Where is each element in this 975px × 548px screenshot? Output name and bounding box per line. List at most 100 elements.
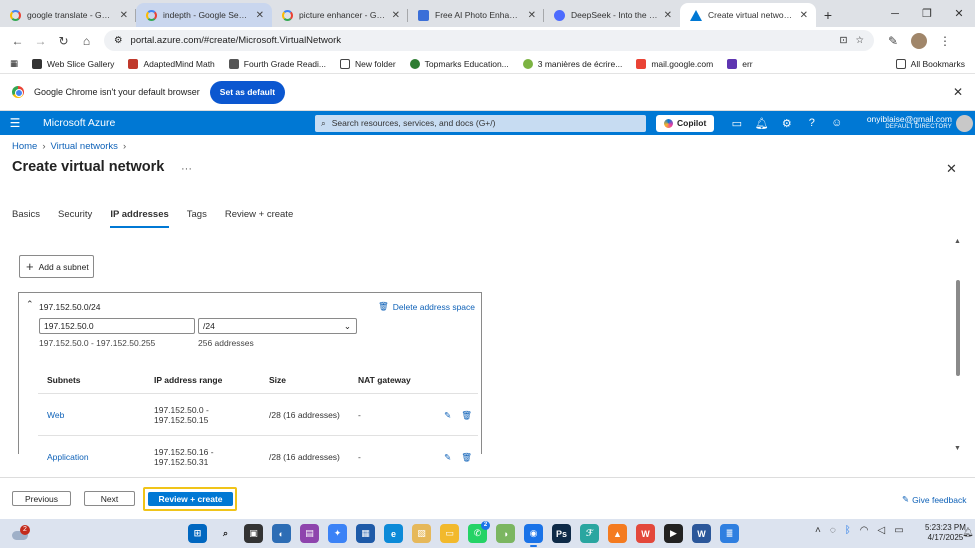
hamburger-menu-icon[interactable]: ☰ xyxy=(0,116,30,130)
bookmark-item[interactable]: AdaptedMind Math xyxy=(128,58,215,69)
close-icon[interactable]: ✕ xyxy=(953,85,963,99)
maximize-icon[interactable]: ❐ xyxy=(911,0,943,27)
notifications-bell-icon[interactable]: 🔔︎ xyxy=(749,117,774,130)
install-app-icon[interactable]: ⊡ xyxy=(840,35,848,46)
close-tab-icon[interactable]: ✕ xyxy=(528,10,536,21)
weather-widget[interactable]: 2 xyxy=(10,524,30,543)
app-icon[interactable]: ℱ xyxy=(580,524,599,543)
next-button[interactable]: Next xyxy=(84,491,135,506)
sync-icon[interactable]: ◌ xyxy=(830,525,836,536)
breadcrumb-home[interactable]: Home xyxy=(12,141,37,152)
copilot-button[interactable]: Copilot xyxy=(656,114,715,132)
account-info[interactable]: onyiblaise@gmail.com DEFAULT DIRECTORY xyxy=(867,115,952,130)
new-tab-button[interactable]: + xyxy=(816,3,840,27)
bookmark-item[interactable]: err xyxy=(727,58,753,69)
battery-icon[interactable]: ▭ xyxy=(894,525,903,536)
site-info-icon[interactable]: ⚙ xyxy=(114,35,123,46)
forward-icon[interactable]: → xyxy=(29,29,52,52)
delete-address-space-link[interactable]: 🗑︎ Delete address space xyxy=(378,301,475,312)
browser-tab[interactable]: indepth - Google Search ✕ xyxy=(136,3,272,27)
trash-icon[interactable]: 🗑︎ xyxy=(461,410,472,420)
browser-tab[interactable]: google translate - Google Search ✕ xyxy=(0,3,136,27)
tab-security[interactable]: Security xyxy=(58,209,92,228)
task-view-icon[interactable]: ▣ xyxy=(244,524,263,543)
chevron-up-icon[interactable]: ⌃ xyxy=(26,299,34,310)
windows-start-icon[interactable]: ⊞ xyxy=(188,524,207,543)
bookmark-item[interactable]: New folder xyxy=(340,58,396,69)
azure-search-input[interactable]: ⌕ Search resources, services, and docs (… xyxy=(315,114,646,132)
volume-icon[interactable]: ◁ xyxy=(878,525,886,536)
close-tab-icon[interactable]: ✕ xyxy=(664,10,672,21)
bookmark-item[interactable]: Topmarks Education... xyxy=(409,58,509,69)
close-tab-icon[interactable]: ✕ xyxy=(800,10,808,21)
photoshop-icon[interactable]: Ps xyxy=(552,524,571,543)
file-explorer-icon[interactable]: ▭ xyxy=(440,524,459,543)
breadcrumb-virtual-networks[interactable]: Virtual networks xyxy=(51,141,118,152)
scroll-up-icon[interactable]: ▲ xyxy=(954,238,961,245)
chrome-menu-icon[interactable]: ⋮ xyxy=(934,30,956,52)
subnet-name-link[interactable]: Application xyxy=(38,435,145,478)
start-ip-input[interactable] xyxy=(39,318,195,334)
bookmark-item[interactable]: mail.google.com xyxy=(636,58,713,69)
close-window-icon[interactable]: ✕ xyxy=(943,0,975,27)
profile-avatar[interactable] xyxy=(908,30,930,52)
close-tab-icon[interactable]: ✕ xyxy=(392,10,400,21)
store-icon[interactable]: ▦ xyxy=(356,524,375,543)
cloud-shell-icon[interactable]: ▭ xyxy=(724,117,749,130)
browser-tab[interactable]: Free AI Photo Enhancer: Enhance ✕ xyxy=(408,3,544,27)
vertical-scrollbar[interactable]: ▲ ▼ xyxy=(953,238,963,452)
wifi-icon[interactable]: ◠ xyxy=(860,525,869,536)
previous-button[interactable]: Previous xyxy=(12,491,71,506)
close-tab-icon[interactable]: ✕ xyxy=(120,10,128,21)
minimize-icon[interactable]: ─ xyxy=(879,0,911,27)
photos-icon[interactable]: ▧ xyxy=(412,524,431,543)
avatar[interactable] xyxy=(956,114,973,132)
back-icon[interactable]: ← xyxy=(6,29,29,52)
scroll-down-icon[interactable]: ▼ xyxy=(954,445,961,452)
all-bookmarks[interactable]: All Bookmarks xyxy=(895,58,965,69)
close-tab-icon[interactable]: ✕ xyxy=(256,10,264,21)
subnet-name-link[interactable]: Web xyxy=(38,393,145,436)
browser-tab[interactable]: DeepSeek - Into the Unknown ✕ xyxy=(544,3,680,27)
edge-icon[interactable]: e xyxy=(384,524,403,543)
search-icon[interactable]: ⌕ xyxy=(216,524,235,543)
bluetooth-icon[interactable]: ᛒ xyxy=(845,525,851,536)
tab-review-create[interactable]: Review + create xyxy=(225,209,293,228)
home-icon[interactable]: ⌂ xyxy=(75,29,98,52)
more-options-icon[interactable]: ··· xyxy=(181,163,192,175)
reload-icon[interactable]: ↻ xyxy=(52,29,75,52)
bookmark-star-icon[interactable]: ☆ xyxy=(855,35,864,46)
vlc-icon[interactable]: ▲ xyxy=(608,524,627,543)
apps-grid-icon[interactable]: ▦ xyxy=(10,58,18,69)
media-player-icon[interactable]: ▶ xyxy=(664,524,683,543)
app-icon[interactable]: ◑ xyxy=(496,524,515,543)
prefix-size-dropdown[interactable]: /24 ⌄ xyxy=(198,318,357,334)
whatsapp-icon[interactable]: ✆ 2 xyxy=(468,521,490,543)
notepad-icon[interactable]: ≣ xyxy=(720,524,739,543)
close-blade-icon[interactable]: ✕ xyxy=(946,161,957,177)
chrome-icon[interactable]: ◉ xyxy=(524,524,543,547)
word-icon[interactable]: W xyxy=(692,524,711,543)
app-icon[interactable]: ◐ xyxy=(272,524,291,543)
chevron-up-icon[interactable]: ˄ xyxy=(815,525,821,536)
edit-pencil-icon[interactable]: ✎ xyxy=(444,452,451,462)
edit-pencil-icon[interactable]: ✎ xyxy=(444,410,451,420)
bookmark-item[interactable]: Fourth Grade Readi... xyxy=(228,58,326,69)
scrollbar-thumb[interactable] xyxy=(956,280,960,376)
tab-basics[interactable]: Basics xyxy=(12,209,40,228)
winrar-icon[interactable]: ▤ xyxy=(300,524,319,543)
browser-tab[interactable]: picture enhancer - Google Search ✕ xyxy=(272,3,408,27)
extensions-icon[interactable]: ✎ xyxy=(882,30,904,52)
tab-tags[interactable]: Tags xyxy=(187,209,207,228)
help-icon[interactable]: ? xyxy=(799,117,824,130)
system-clock[interactable]: 5:23:23 PM 4/17/2025 xyxy=(925,523,966,544)
bookmark-item[interactable]: Web Slice Gallery xyxy=(32,58,114,69)
address-bar[interactable]: ⚙ portal.azure.com/#create/Microsoft.Vir… xyxy=(104,30,874,51)
trash-icon[interactable]: 🗑︎ xyxy=(461,452,472,462)
give-feedback-link[interactable]: ✎ Give feedback xyxy=(902,494,966,505)
add-subnet-button[interactable]: + Add a subnet xyxy=(19,255,94,278)
bookmark-item[interactable]: 3 manières de écrire... xyxy=(522,58,622,69)
settings-gear-icon[interactable]: ⚙ xyxy=(774,117,799,130)
copilot-icon[interactable]: ✦ xyxy=(328,524,347,543)
notifications-bell-icon[interactable]: 🔔︎ xyxy=(962,527,973,538)
